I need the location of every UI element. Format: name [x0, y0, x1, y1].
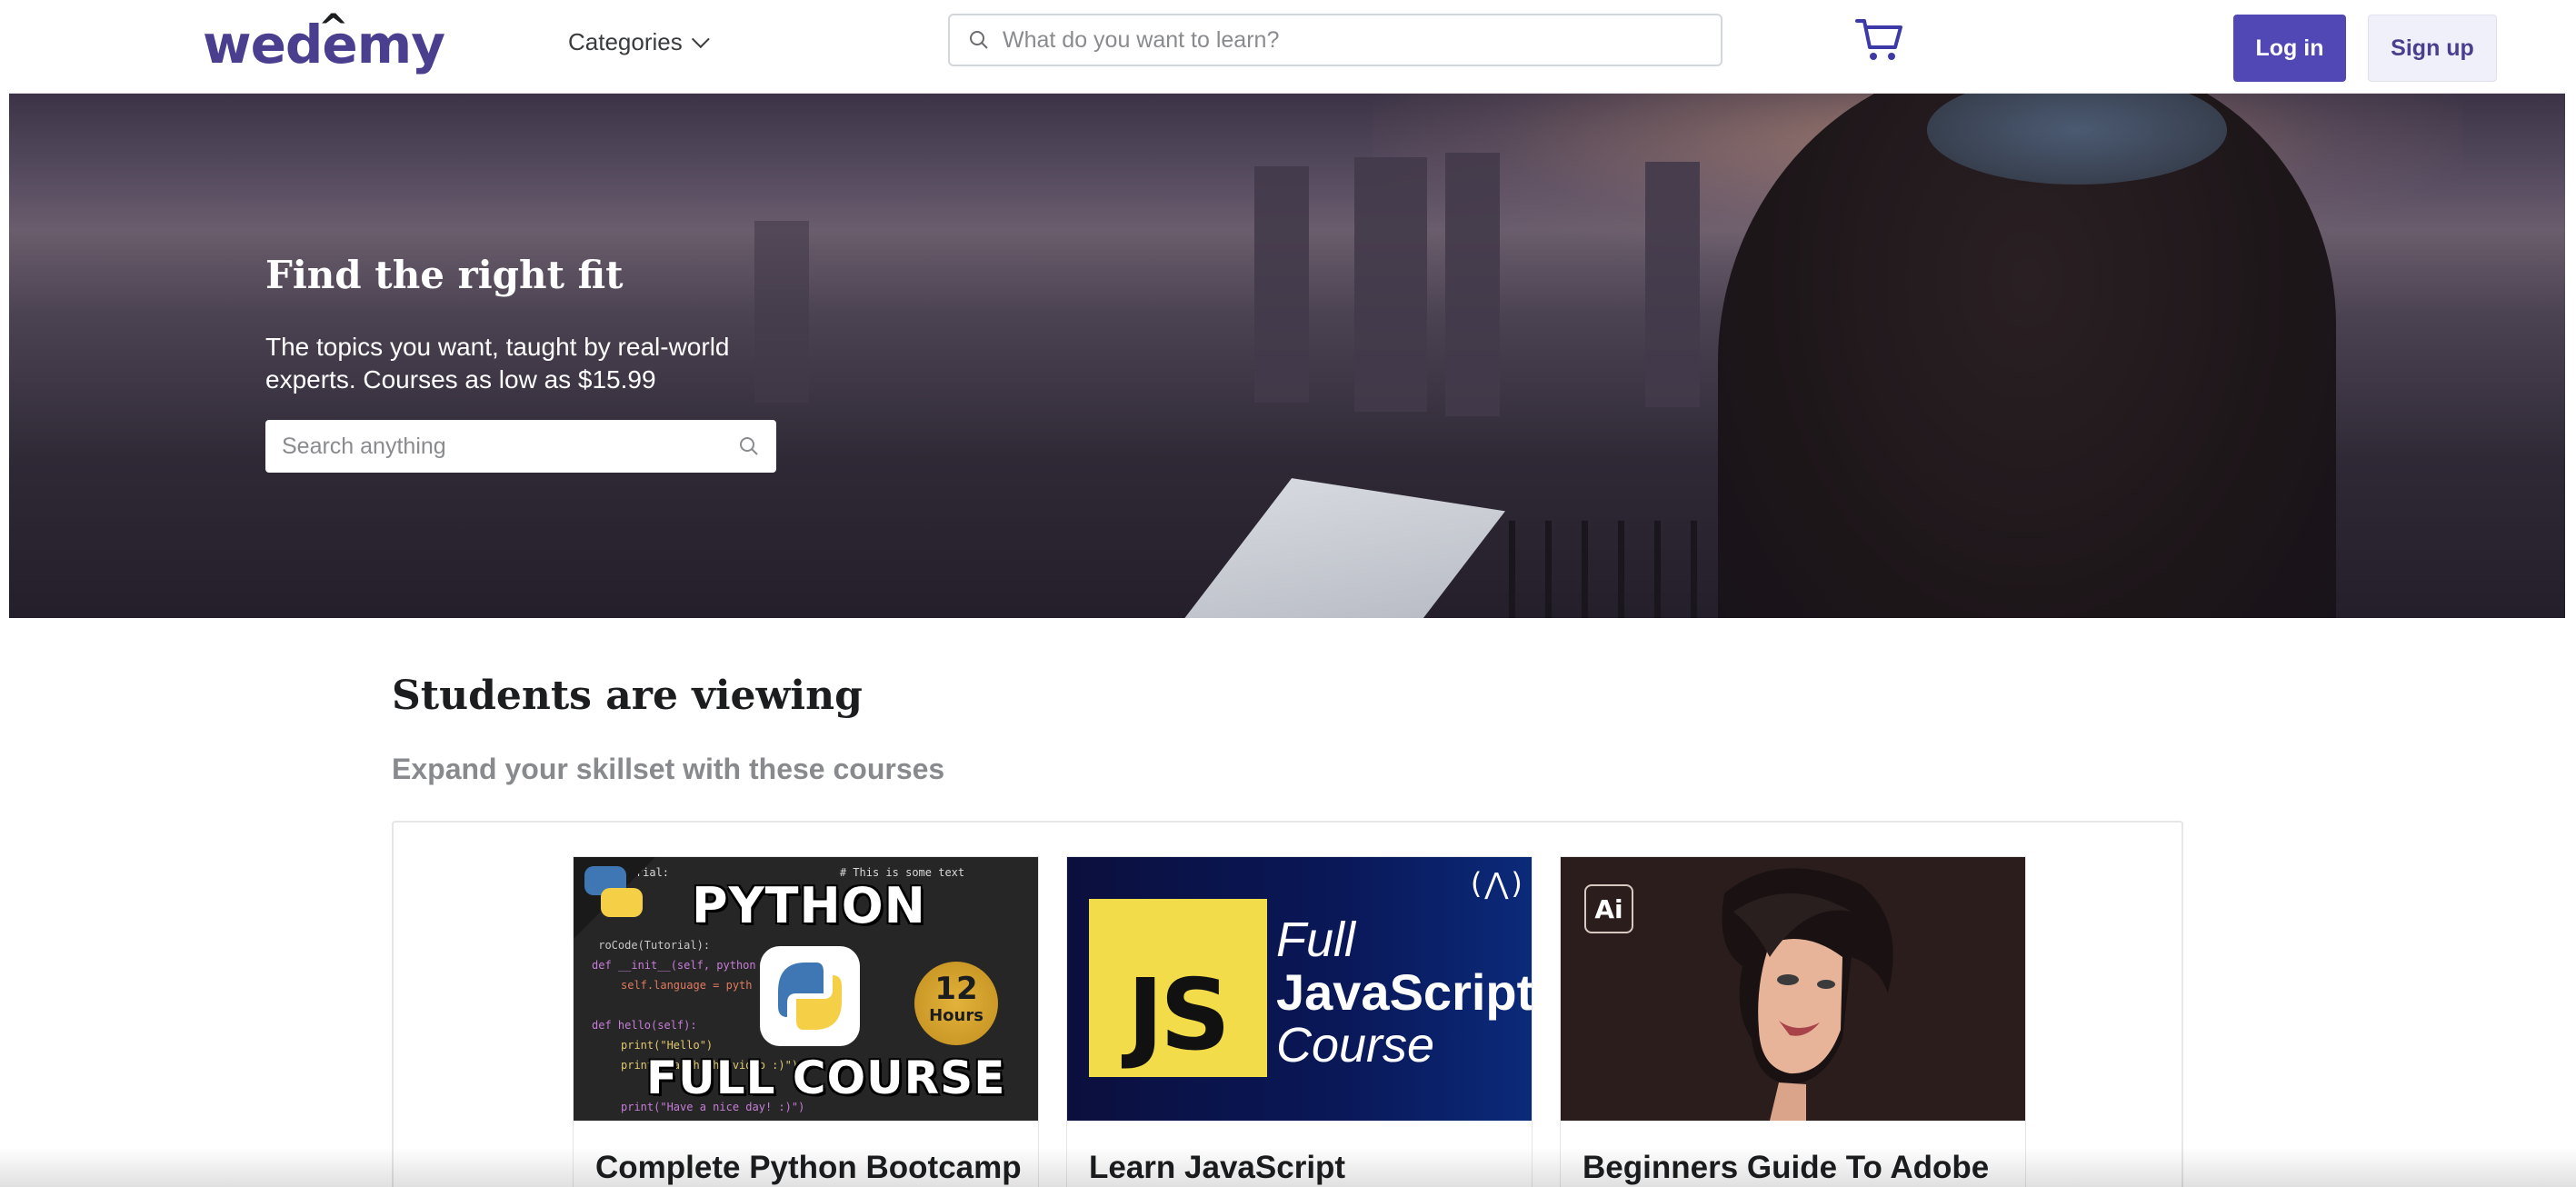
- course-thumbnail: Ai: [1561, 857, 2025, 1121]
- hero-railing: [1654, 521, 1661, 618]
- top-navbar: wedemy ^ Categories Log in Sign up: [9, 0, 2565, 94]
- course-title[interactable]: Beginners Guide To Adobe: [1583, 1150, 2019, 1186]
- python-logo-icon: [574, 857, 655, 939]
- hero-railing: [1509, 521, 1515, 618]
- course-title[interactable]: Learn JavaScript: [1089, 1150, 1525, 1186]
- signup-button[interactable]: Sign up: [2368, 15, 2497, 82]
- thumb-headline: PYTHON: [692, 877, 926, 934]
- cart-icon: [1855, 19, 1902, 60]
- course-card-adobe[interactable]: Ai Beginners Guide To Adobe: [1560, 856, 2026, 1187]
- section-subtitle: Expand your skillset with these courses: [392, 753, 945, 785]
- thumb-line-2: JavaScript: [1276, 963, 1532, 1021]
- search-icon[interactable]: [738, 435, 760, 457]
- chevron-down-icon: [691, 30, 710, 49]
- hero-skyline-building: [1254, 166, 1309, 403]
- hero-subtitle: The topics you want, taught by real-worl…: [265, 333, 730, 394]
- course-thumbnail: (⋀) JS Full JavaScript Course: [1067, 857, 1532, 1121]
- hero-railing: [1618, 521, 1624, 618]
- categories-label: Categories: [568, 27, 683, 55]
- code-background: def __init__(self, python: [592, 959, 756, 972]
- hero-railing: [1691, 521, 1697, 618]
- hero-skyline-building: [1354, 157, 1427, 412]
- hero-banner: Find the right fit The topics you want, …: [9, 94, 2565, 618]
- code-background: roCode(Tutorial):: [592, 939, 711, 952]
- cart-button[interactable]: [1854, 16, 1905, 64]
- course-card-javascript[interactable]: (⋀) JS Full JavaScript Course Learn Java…: [1066, 856, 1533, 1187]
- thumb-line-1: Full: [1276, 913, 1356, 967]
- hours-badge: 12 Hours: [914, 962, 998, 1045]
- course-thumbnail: torial: # This is some text roCode(Tutor…: [574, 857, 1038, 1121]
- code-background: def hello(self):: [592, 1019, 697, 1032]
- code-background: self.language = pyth: [621, 979, 753, 992]
- python-logo-icon: [760, 946, 860, 1046]
- hero-search-bar: [265, 420, 776, 473]
- header-search-bar: [948, 14, 1722, 66]
- course-title[interactable]: Complete Python Bootcamp: [595, 1150, 1032, 1186]
- header-search-input[interactable]: [990, 15, 1721, 65]
- hero-railing: [1582, 521, 1588, 618]
- hero-skyline-building: [1645, 162, 1700, 407]
- portrait-illustration: [1722, 868, 1893, 1121]
- illustrator-logo-icon: Ai: [1584, 884, 1633, 933]
- hero-search-input[interactable]: [265, 420, 738, 473]
- hero-skyline-building: [1445, 153, 1500, 416]
- login-button[interactable]: Log in: [2233, 15, 2346, 82]
- thumb-line-3: Course: [1276, 1018, 1435, 1072]
- hero-title: Find the right fit: [265, 253, 624, 297]
- site-logo[interactable]: wedemy ^: [203, 10, 445, 76]
- code-background: print("Hello"): [621, 1039, 714, 1052]
- course-card-python[interactable]: torial: # This is some text roCode(Tutor…: [573, 856, 1039, 1187]
- search-icon: [970, 31, 988, 49]
- hero-railing: [1545, 521, 1552, 618]
- thumb-subheadline: FULL COURSE: [646, 1052, 1006, 1104]
- js-logo-text: JS: [1127, 959, 1231, 1072]
- section-title: Students are viewing: [392, 673, 863, 719]
- hero-laptop: [1113, 478, 1505, 618]
- freecodecamp-icon: (⋀): [1467, 866, 1526, 901]
- categories-dropdown[interactable]: Categories: [568, 25, 710, 58]
